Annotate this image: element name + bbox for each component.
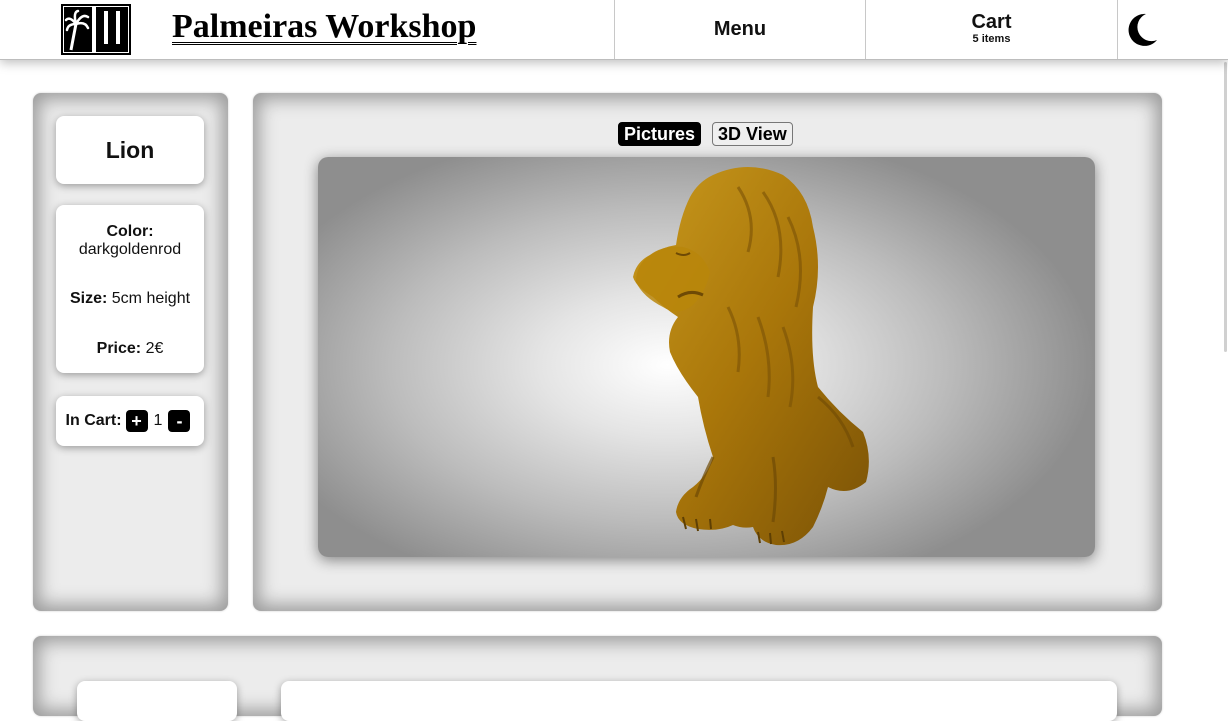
price-value: 2€ [145,340,164,357]
product-info-panel: Lion Color: darkgoldenrod Size: 5cm heig… [33,93,228,611]
product-name: Lion [56,116,204,184]
size-value: 5cm height [111,290,191,307]
site-title[interactable]: Palmeiras Workshop [172,8,476,46]
lion-model-icon [633,167,869,546]
cart-count: 5 items [972,32,1011,45]
cart-button[interactable]: Cart 5 items [866,0,1117,59]
in-cart-label: In Cart: [65,412,122,429]
price-label: Price: [96,340,142,357]
size-row: Size: 5cm height [56,290,204,308]
color-value: darkgoldenrod [78,241,182,258]
bottom-card-left [77,681,237,721]
product-details-card: Color: darkgoldenrod Size: 5cm height Pr… [56,205,204,373]
bottom-panel [33,636,1162,721]
palm-logo-icon[interactable] [61,4,131,55]
bottom-card-right [281,681,1117,721]
color-row: Color: darkgoldenrod [56,223,204,259]
color-label: Color: [106,223,154,240]
size-label: Size: [69,290,108,307]
quantity-value: 1 [153,412,163,429]
in-cart-card: In Cart: + 1 - [56,396,204,446]
product-image[interactable] [318,157,1095,557]
decrement-button[interactable]: - [168,410,191,432]
scrollbar[interactable] [1224,62,1227,352]
price-row: Price: 2€ [56,340,204,358]
menu-button[interactable]: Menu [615,0,865,59]
tab-pictures[interactable]: Pictures [618,122,702,146]
moon-icon[interactable] [1126,12,1160,48]
increment-button[interactable]: + [125,410,148,432]
product-viewer-panel: Pictures 3D View [253,93,1162,611]
header-divider [1117,0,1118,59]
cart-label: Cart [971,10,1012,33]
top-header: Palmeiras Workshop Menu Cart 5 items [0,0,1228,60]
tab-3d-view[interactable]: 3D View [712,122,793,146]
